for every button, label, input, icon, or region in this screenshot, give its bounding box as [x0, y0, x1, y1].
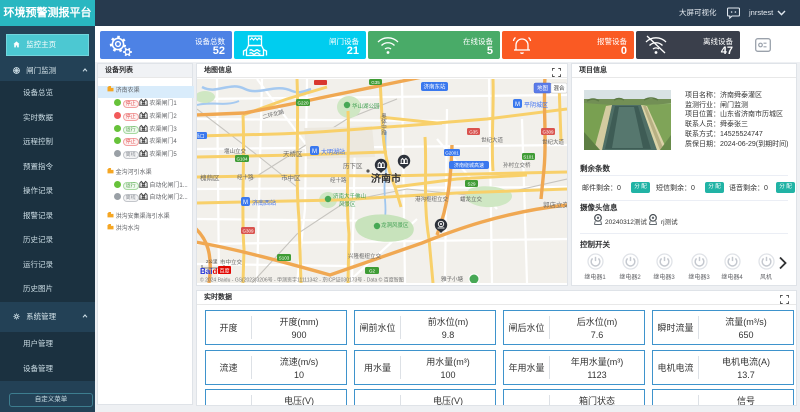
- svg-text:G2: G2: [369, 268, 376, 273]
- svg-text:世纪大道: 世纪大道: [481, 136, 504, 144]
- svg-text:济南绕城高速: 济南绕城高速: [454, 162, 484, 169]
- svg-text:G35: G35: [371, 80, 380, 85]
- svg-text:G309: G309: [242, 228, 254, 233]
- svg-text:蟠龙立交: 蟠龙立交: [460, 195, 483, 203]
- svg-text:平阴城区: 平阴城区: [524, 101, 548, 109]
- svg-text:泺口: 泺口: [197, 132, 205, 139]
- svg-text:© 2024 Baidu - GS(2023)3206号 -: © 2024 Baidu - GS(2023)3206号 - 甲测资字11111…: [200, 277, 404, 284]
- svg-text:历下区: 历下区: [343, 162, 363, 170]
- svg-text:M: M: [515, 102, 520, 108]
- svg-text:S101: S101: [523, 154, 534, 159]
- svg-text:G220: G220: [297, 100, 309, 105]
- svg-text:G309: G309: [542, 129, 554, 134]
- svg-text:济南大千佛山: 济南大千佛山: [333, 192, 366, 200]
- svg-text:华山湖公园: 华山湖公园: [352, 102, 380, 110]
- svg-text:风景区: 风景区: [339, 201, 356, 208]
- svg-text:郭店立交: 郭店立交: [543, 200, 567, 209]
- svg-text:M: M: [243, 200, 248, 206]
- svg-text:S103: S103: [279, 255, 290, 260]
- svg-text:M: M: [312, 149, 317, 155]
- svg-text:G2001: G2001: [445, 150, 459, 155]
- svg-text:大明湖站: 大明湖站: [321, 148, 345, 156]
- svg-text:市中立交: 市中立交: [220, 258, 243, 266]
- svg-text:市中区: 市中区: [281, 173, 301, 182]
- svg-text:堰山立交: 堰山立交: [224, 147, 247, 155]
- svg-text:2公里: 2公里: [206, 259, 218, 264]
- svg-text:槐荫区: 槐荫区: [200, 173, 220, 182]
- svg-text:G35: G35: [469, 129, 478, 134]
- svg-text:地图: 地图: [537, 84, 549, 92]
- svg-text:S29: S29: [467, 181, 476, 186]
- svg-text:济南市: 济南市: [371, 172, 401, 185]
- svg-text:孙村立交桥: 孙村立交桥: [503, 161, 531, 169]
- svg-text:奥体中路: 奥体中路: [380, 112, 387, 137]
- svg-text:G104: G104: [236, 156, 248, 161]
- svg-text:经十路: 经十路: [330, 176, 347, 184]
- svg-text:经十路: 经十路: [237, 173, 254, 181]
- svg-text:天桥区: 天桥区: [283, 149, 303, 158]
- svg-text:港沟枢纽立交: 港沟枢纽立交: [415, 195, 449, 203]
- svg-text:雅子小塘: 雅子小塘: [441, 275, 464, 283]
- svg-text:龙洞风景区: 龙洞风景区: [381, 221, 409, 229]
- svg-text:济南东站: 济南东站: [423, 83, 446, 91]
- svg-text:兴隆枢纽立交: 兴隆枢纽立交: [348, 252, 382, 260]
- svg-text:百度: 百度: [219, 268, 229, 275]
- svg-text:世纪大道: 世纪大道: [542, 138, 565, 146]
- svg-text:混合: 混合: [553, 84, 565, 92]
- svg-text:济南西站: 济南西站: [252, 199, 276, 207]
